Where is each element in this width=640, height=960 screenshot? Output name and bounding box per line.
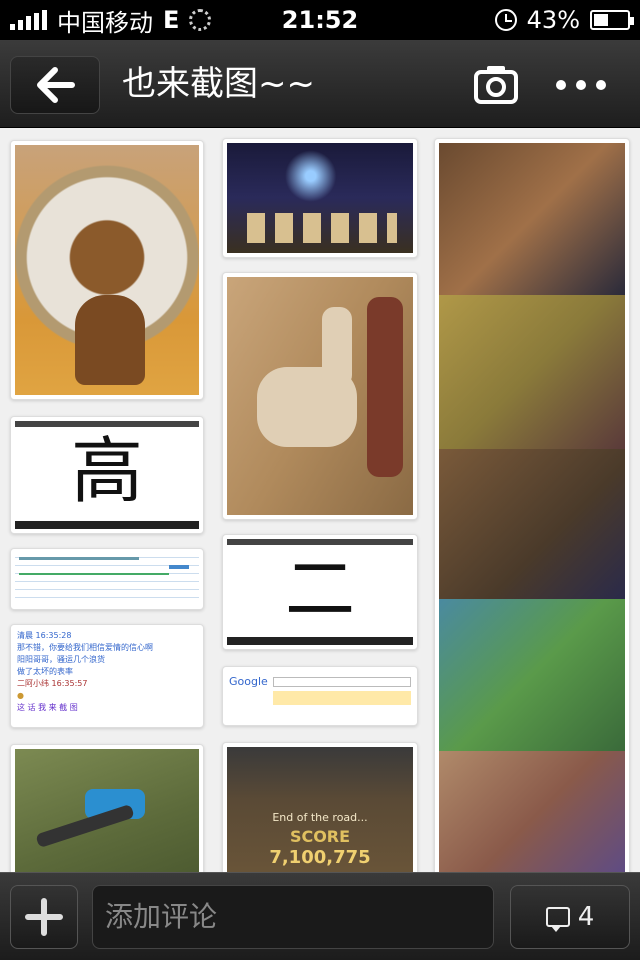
text-screenshot bbox=[15, 553, 199, 605]
handwriting-screenshot: 高 bbox=[15, 421, 199, 529]
google-logo: Google bbox=[229, 675, 268, 688]
field-photo bbox=[15, 749, 199, 872]
page-title: 也来截图~~ bbox=[122, 64, 315, 104]
chat-line: 做了太坏的表率 bbox=[17, 667, 73, 676]
image-grid: 高 清晨 16:35:28 那不错，你要给我们相信爱情的信心啊 阳阳哥哥，骚运几… bbox=[0, 128, 640, 872]
signal-strength-icon bbox=[10, 10, 47, 30]
chat-screenshot: 清晨 16:35:28 那不错，你要给我们相信爱情的信心啊 阳阳哥哥，骚运几个浪… bbox=[15, 629, 199, 723]
dog-photo bbox=[15, 145, 199, 395]
comment-bar: 添加评论 4 bbox=[0, 872, 640, 960]
writing-char: 二 bbox=[285, 548, 355, 630]
battery-icon bbox=[590, 10, 634, 30]
chat-line: 这 话 我 来 截 图 bbox=[17, 703, 78, 712]
game-caption: End of the road... bbox=[272, 811, 368, 824]
camera-icon bbox=[474, 66, 518, 104]
google-search-screenshot: Google bbox=[227, 671, 413, 721]
status-bar: 中国移动 E 21:52 43% bbox=[0, 0, 640, 40]
image-card-game-collage[interactable] bbox=[434, 138, 630, 872]
image-card-writing-er[interactable]: 二 bbox=[222, 534, 418, 650]
plus-icon bbox=[25, 898, 63, 936]
image-card-google[interactable]: Google bbox=[222, 666, 418, 726]
more-dots-icon bbox=[556, 80, 566, 90]
chat-name: 二阿小纬 bbox=[17, 679, 49, 688]
image-card-chat[interactable]: 清晨 16:35:28 那不错，你要给我们相信爱情的信心啊 阳阳哥哥，骚运几个浪… bbox=[10, 624, 204, 728]
game-fireworks-screenshot bbox=[227, 143, 413, 253]
comment-count: 4 bbox=[577, 902, 595, 932]
comments-button[interactable]: 4 bbox=[510, 885, 630, 949]
carrier-label: 中国移动 bbox=[57, 8, 153, 37]
writing-char: 高 bbox=[70, 429, 143, 513]
more-options-button[interactable] bbox=[556, 70, 606, 100]
score-label: SCORE bbox=[289, 827, 351, 846]
network-type: E bbox=[163, 6, 180, 34]
activity-spinner-icon bbox=[189, 9, 212, 31]
add-button[interactable] bbox=[10, 885, 78, 949]
image-card-field-photo[interactable] bbox=[10, 744, 204, 872]
camera-button[interactable] bbox=[474, 64, 518, 104]
back-button[interactable] bbox=[10, 56, 100, 114]
image-card-writing-gao[interactable]: 高 bbox=[10, 416, 204, 534]
alarm-clock-icon bbox=[494, 9, 517, 31]
image-card-text-screenshot[interactable] bbox=[10, 548, 204, 610]
image-card-alpaca[interactable] bbox=[222, 272, 418, 520]
rpg-game-collage bbox=[439, 143, 625, 872]
comment-input[interactable]: 添加评论 bbox=[92, 885, 494, 949]
chat-time: 16:35:28 bbox=[35, 631, 72, 640]
chat-name: 清晨 bbox=[17, 631, 33, 640]
emoji-icon: ● bbox=[17, 691, 24, 700]
handwriting-screenshot: 二 bbox=[227, 539, 413, 645]
image-card-game-score[interactable]: End of the road... SCORE 7,100,775 bbox=[222, 742, 418, 872]
score-value: 7,100,775 bbox=[269, 847, 371, 868]
game-score-screenshot: End of the road... SCORE 7,100,775 bbox=[227, 747, 413, 872]
battery-percent: 43% bbox=[526, 6, 580, 34]
image-card-dog[interactable] bbox=[10, 140, 204, 400]
comment-bubble-icon bbox=[545, 907, 570, 932]
chat-line: 阳阳哥哥，骚运几个浪货 bbox=[17, 655, 105, 664]
image-card-alpaca-fireworks[interactable] bbox=[222, 138, 418, 258]
chat-time: 16:35:57 bbox=[51, 679, 88, 688]
navigation-bar: 也来截图~~ bbox=[0, 40, 640, 128]
arrow-left-icon bbox=[37, 67, 75, 103]
chat-line: 那不错，你要给我们相信爱情的信心啊 bbox=[17, 643, 153, 652]
alpaca-game-screenshot bbox=[227, 277, 413, 515]
